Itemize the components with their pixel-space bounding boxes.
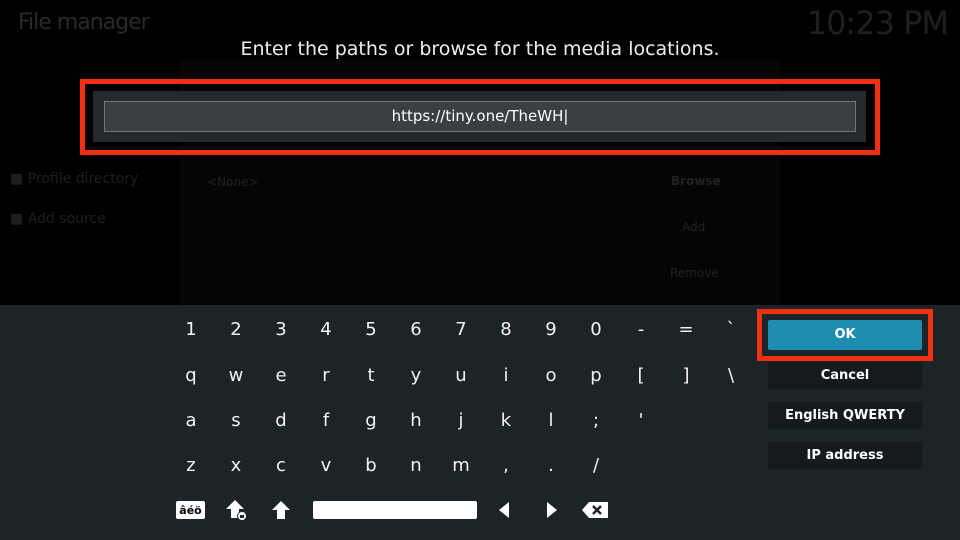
sidebar-label: Add source [27,211,106,227]
key[interactable]: 1 [171,312,211,348]
key[interactable]: 9 [531,312,571,348]
key[interactable]: r [306,358,346,394]
sidebar-item-add-source: ■ Add source [10,211,106,227]
ok-highlight [757,309,933,361]
key[interactable]: j [441,403,481,439]
key[interactable]: x [216,448,256,484]
key[interactable]: \ [711,358,751,394]
key[interactable]: p [576,358,616,394]
key[interactable]: 7 [441,312,481,348]
key[interactable]: e [261,358,301,394]
key[interactable]: 4 [306,312,346,348]
key[interactable]: y [396,358,436,394]
sidebar-label: Profile directory [27,171,139,187]
key[interactable]: c [261,448,301,484]
key[interactable]: k [486,403,526,439]
backspace-icon[interactable] [581,500,609,520]
key[interactable]: 5 [351,312,391,348]
key[interactable]: b [351,448,391,484]
key[interactable]: f [306,403,346,439]
input-highlight [80,79,880,155]
arrow-right-icon[interactable] [545,500,559,520]
accent-key[interactable]: âéö [176,501,205,519]
dialog-prompt: Enter the paths or browse for the media … [240,38,720,60]
sidebar-item-profile-directory: ■ Profile directory [10,171,139,187]
remove-button: Remove [670,266,719,280]
key[interactable]: g [351,403,391,439]
key[interactable]: t [351,358,391,394]
key[interactable]: m [441,448,481,484]
key[interactable]: z [171,448,211,484]
key[interactable]: . [531,448,571,484]
key[interactable]: l [531,403,571,439]
key[interactable]: ; [576,403,616,439]
key[interactable]: = [666,312,706,348]
key[interactable]: d [261,403,301,439]
browse-button: Browse [671,174,721,188]
key[interactable]: / [576,448,616,484]
window-title: File manager [18,10,150,35]
space-bar[interactable] [313,501,477,519]
key[interactable]: s [216,403,256,439]
key[interactable]: 8 [486,312,526,348]
key[interactable]: q [171,358,211,394]
key[interactable]: ` [711,312,751,348]
key[interactable]: i [486,358,526,394]
shift-icon[interactable] [271,500,291,520]
ip-address-button[interactable]: IP address [768,442,922,469]
key[interactable]: u [441,358,481,394]
key[interactable]: ' [621,403,661,439]
key[interactable]: v [306,448,346,484]
key[interactable]: , [486,448,526,484]
arrow-left-icon[interactable] [497,500,511,520]
source-list-value: <None> [207,175,259,189]
clock: 10:23 PM [806,4,949,42]
key[interactable]: h [396,403,436,439]
key[interactable]: 2 [216,312,256,348]
key[interactable]: n [396,448,436,484]
add-button: Add [682,220,706,234]
key[interactable]: 3 [261,312,301,348]
key[interactable]: a [171,403,211,439]
key[interactable]: ] [666,358,706,394]
key[interactable]: - [621,312,661,348]
key[interactable]: w [216,358,256,394]
key[interactable]: [ [621,358,661,394]
key[interactable]: 6 [396,312,436,348]
caps-lock-icon[interactable] [225,500,249,521]
cancel-button[interactable]: Cancel [768,362,922,389]
key[interactable]: o [531,358,571,394]
keyboard-layout-button[interactable]: English QWERTY [768,402,922,429]
key[interactable]: 0 [576,312,616,348]
